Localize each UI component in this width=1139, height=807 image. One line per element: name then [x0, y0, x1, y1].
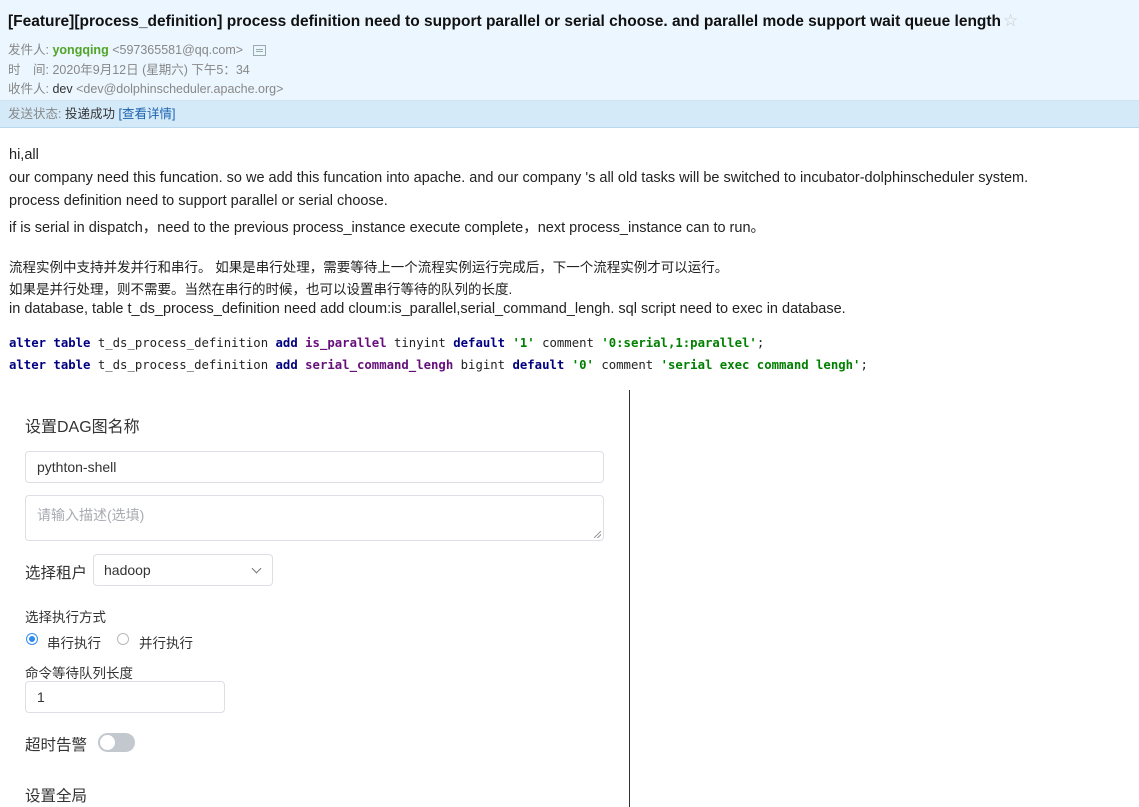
body-line-1: our company need this funcation. so we a…: [9, 170, 1029, 186]
email-header: [Feature][process_definition] process de…: [0, 0, 1139, 101]
queue-length-input[interactable]: 1: [25, 681, 225, 713]
subject-text: [Feature][process_definition] process de…: [8, 13, 1002, 30]
radio-parallel-label[interactable]: 并行执行: [139, 632, 193, 652]
contact-card-icon[interactable]: [252, 45, 266, 57]
sql-line-1: alter table t_ds_process_definition add …: [9, 336, 765, 350]
status-details-link[interactable]: [查看详情]: [118, 107, 175, 121]
screenshot-divider: [629, 390, 630, 807]
radio-parallel[interactable]: [117, 633, 129, 645]
description-textarea[interactable]: 请输入描述(选填): [25, 495, 604, 541]
description-placeholder: 请输入描述(选填): [37, 507, 145, 523]
recipient-label: 收件人:: [8, 82, 49, 96]
time-value: 2020年9月12日 (星期六) 下午5：34: [52, 63, 250, 77]
queue-length-value: 1: [37, 689, 45, 705]
body-line-greeting: hi,all: [9, 147, 39, 163]
sender-row: 发件人: yongqing <597365581@qq.com>: [8, 39, 266, 58]
body-line-2: process definition need to support paral…: [9, 193, 388, 209]
timeout-alarm-label: 超时告警: [25, 737, 88, 754]
sql-line-2: alter table t_ds_process_definition add …: [9, 358, 868, 372]
status-label: 发送状态:: [8, 107, 62, 121]
time-row: 时 间: 2020年9月12日 (星期六) 下午5：34: [8, 59, 250, 78]
radio-serial-label[interactable]: 串行执行: [47, 632, 101, 652]
tenant-label: 选择租户: [25, 565, 88, 582]
sender-email[interactable]: <597365581@qq.com>: [112, 43, 243, 57]
sender-label: 发件人:: [8, 43, 49, 57]
sender-name[interactable]: yongqing: [52, 43, 108, 57]
dag-name-value: pythton-shell: [37, 459, 117, 475]
email-subject: [Feature][process_definition] process de…: [8, 11, 1018, 31]
status-value: 投递成功: [64, 107, 115, 121]
exec-mode-label: 选择执行方式: [25, 610, 106, 625]
tenant-value: hadoop: [104, 562, 151, 578]
resize-grip-icon[interactable]: [594, 531, 601, 538]
dag-title: 设置DAG图名称: [25, 419, 140, 436]
time-label: 时 间:: [8, 63, 49, 77]
timeout-alarm-toggle[interactable]: [98, 733, 135, 752]
body-cn-line-1: 流程实例中支持并发并行和串行。 如果是串行处理，需要等待上一个流程实例运行完成后…: [9, 260, 729, 275]
radio-serial[interactable]: [26, 633, 38, 645]
recipient-email[interactable]: <dev@dolphinscheduler.apache.org>: [76, 82, 283, 96]
global-params-label: 设置全局: [25, 788, 88, 805]
body-line-3: if is serial in dispatch，need to the pre…: [9, 220, 766, 236]
queue-length-label: 命令等待队列长度: [25, 666, 133, 681]
delivery-status-bar: 发送状态: 投递成功 [查看详情]: [0, 101, 1139, 128]
recipient-name[interactable]: dev: [52, 82, 72, 96]
body-db-line: in database, table t_ds_process_definiti…: [9, 301, 846, 317]
body-cn-line-2: 如果是并行处理，则不需要。当然在串行的时候，也可以设置串行等待的队列的长度.: [9, 282, 513, 297]
dag-name-input[interactable]: pythton-shell: [25, 451, 604, 483]
tenant-select[interactable]: hadoop: [93, 554, 273, 586]
recipient-row: 收件人: dev <dev@dolphinscheduler.apache.or…: [8, 78, 283, 97]
chevron-down-icon: [251, 563, 262, 574]
star-icon[interactable]: ☆: [1003, 11, 1018, 30]
